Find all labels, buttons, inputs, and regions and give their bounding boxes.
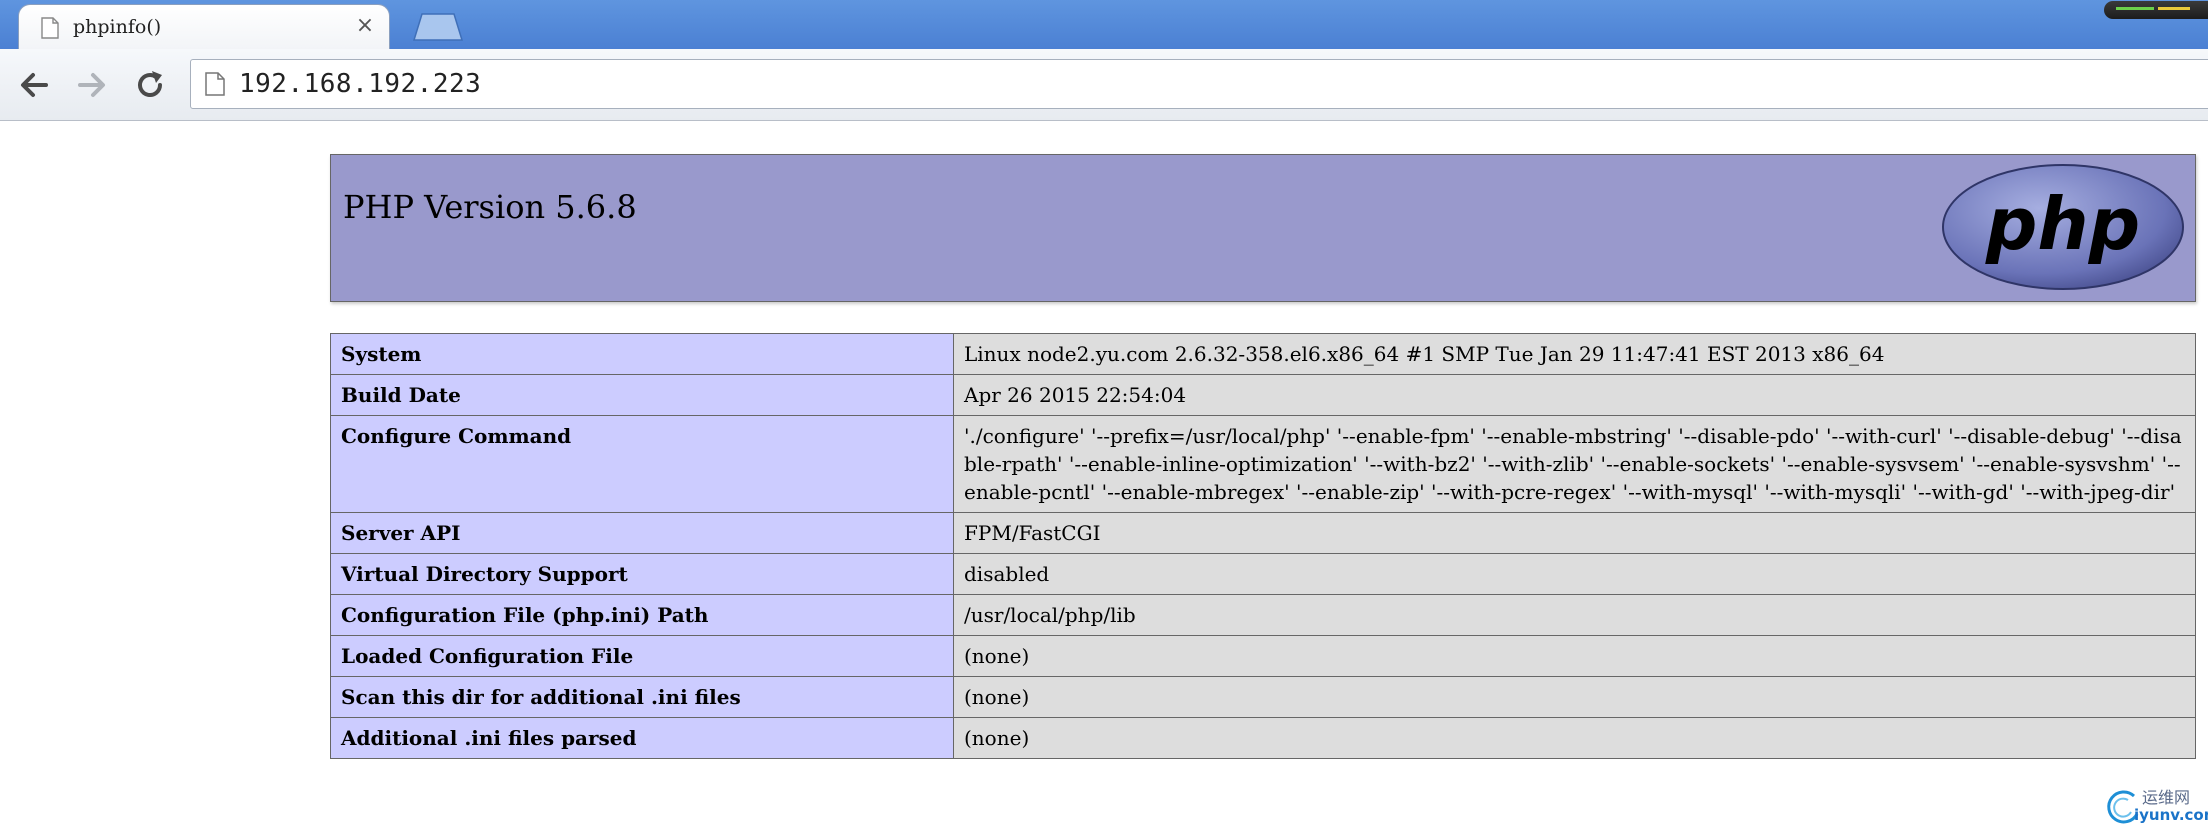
reload-icon[interactable]	[132, 67, 168, 103]
forward-arrow-icon[interactable]	[74, 67, 110, 103]
close-tab-icon[interactable]: ×	[353, 14, 377, 38]
status-bar-yellow	[2158, 7, 2190, 10]
table-row: Additional .ini files parsed (none)	[330, 717, 2196, 759]
watermark-logo: 运维网 iyunv.com	[2104, 782, 2208, 834]
tab-title: phpinfo()	[73, 16, 162, 38]
page-icon	[205, 72, 225, 96]
table-row: Configuration File (php.ini) Path/usr/lo…	[330, 594, 2196, 636]
row-key: Additional .ini files parsed	[330, 717, 954, 759]
status-bar-green	[2116, 7, 2154, 10]
row-value: Linux node2.yu.com 2.6.32-358.el6.x86_64…	[953, 333, 2196, 375]
row-value: /usr/local/php/lib	[953, 594, 2196, 636]
table-row: System Linux node2.yu.com 2.6.32-358.el6.…	[330, 333, 2196, 375]
phpinfo-table: System Linux node2.yu.com 2.6.32-358.el6.…	[330, 333, 2196, 759]
row-key: Loaded Configuration File	[330, 635, 954, 677]
window-controls[interactable]	[2104, 1, 2208, 19]
row-value: disabled	[953, 553, 2196, 595]
table-row: Virtual Directory Support disabled	[330, 553, 2196, 595]
svg-text:php: php	[1985, 182, 2140, 266]
address-url[interactable]: 192.168.192.223	[239, 69, 481, 99]
row-key: Virtual Directory Support	[330, 553, 954, 595]
row-value: (none)	[953, 635, 2196, 677]
row-value: Apr 26 2015 22:54:04	[953, 374, 2196, 416]
table-row: Configure Command './configure' '--prefix…	[330, 415, 2196, 513]
row-key: Configuration File (php.ini) Path	[330, 594, 954, 636]
back-arrow-icon[interactable]	[16, 67, 52, 103]
php-version-header: PHP Version 5.6.8 php	[330, 154, 2196, 302]
table-row: Loaded Configuration File (none)	[330, 635, 2196, 677]
php-logo[interactable]: php	[1941, 163, 2185, 291]
tab-phpinfo[interactable]: phpinfo() ×	[18, 4, 390, 50]
address-bar[interactable]: 192.168.192.223	[190, 59, 2208, 109]
table-row: Scan this dir for additional .ini files(…	[330, 676, 2196, 718]
row-key: Build Date	[330, 374, 954, 416]
browser-toolbar: 192.168.192.223	[0, 49, 2208, 121]
page-icon	[41, 17, 59, 39]
row-key: System	[330, 333, 954, 375]
watermark-cn-text: 运维网	[2142, 788, 2191, 807]
watermark-en-text: iyunv.com	[2134, 806, 2208, 824]
row-value: FPM/FastCGI	[953, 512, 2196, 554]
row-key: Server API	[330, 512, 954, 554]
row-value: (none)	[953, 676, 2196, 718]
page-title: PHP Version 5.6.8	[343, 188, 637, 226]
table-row: Build Date Apr 26 2015 22:54:04	[330, 374, 2196, 416]
browser-titlebar: phpinfo() ×	[0, 0, 2208, 50]
new-tab-icon[interactable]	[408, 12, 468, 42]
row-key: Configure Command	[330, 415, 954, 513]
row-value: (none)	[953, 717, 2196, 759]
row-key: Scan this dir for additional .ini files	[330, 676, 954, 718]
row-value: './configure' '--prefix=/usr/local/php' …	[953, 415, 2196, 513]
table-row: Server API FPM/FastCGI	[330, 512, 2196, 554]
